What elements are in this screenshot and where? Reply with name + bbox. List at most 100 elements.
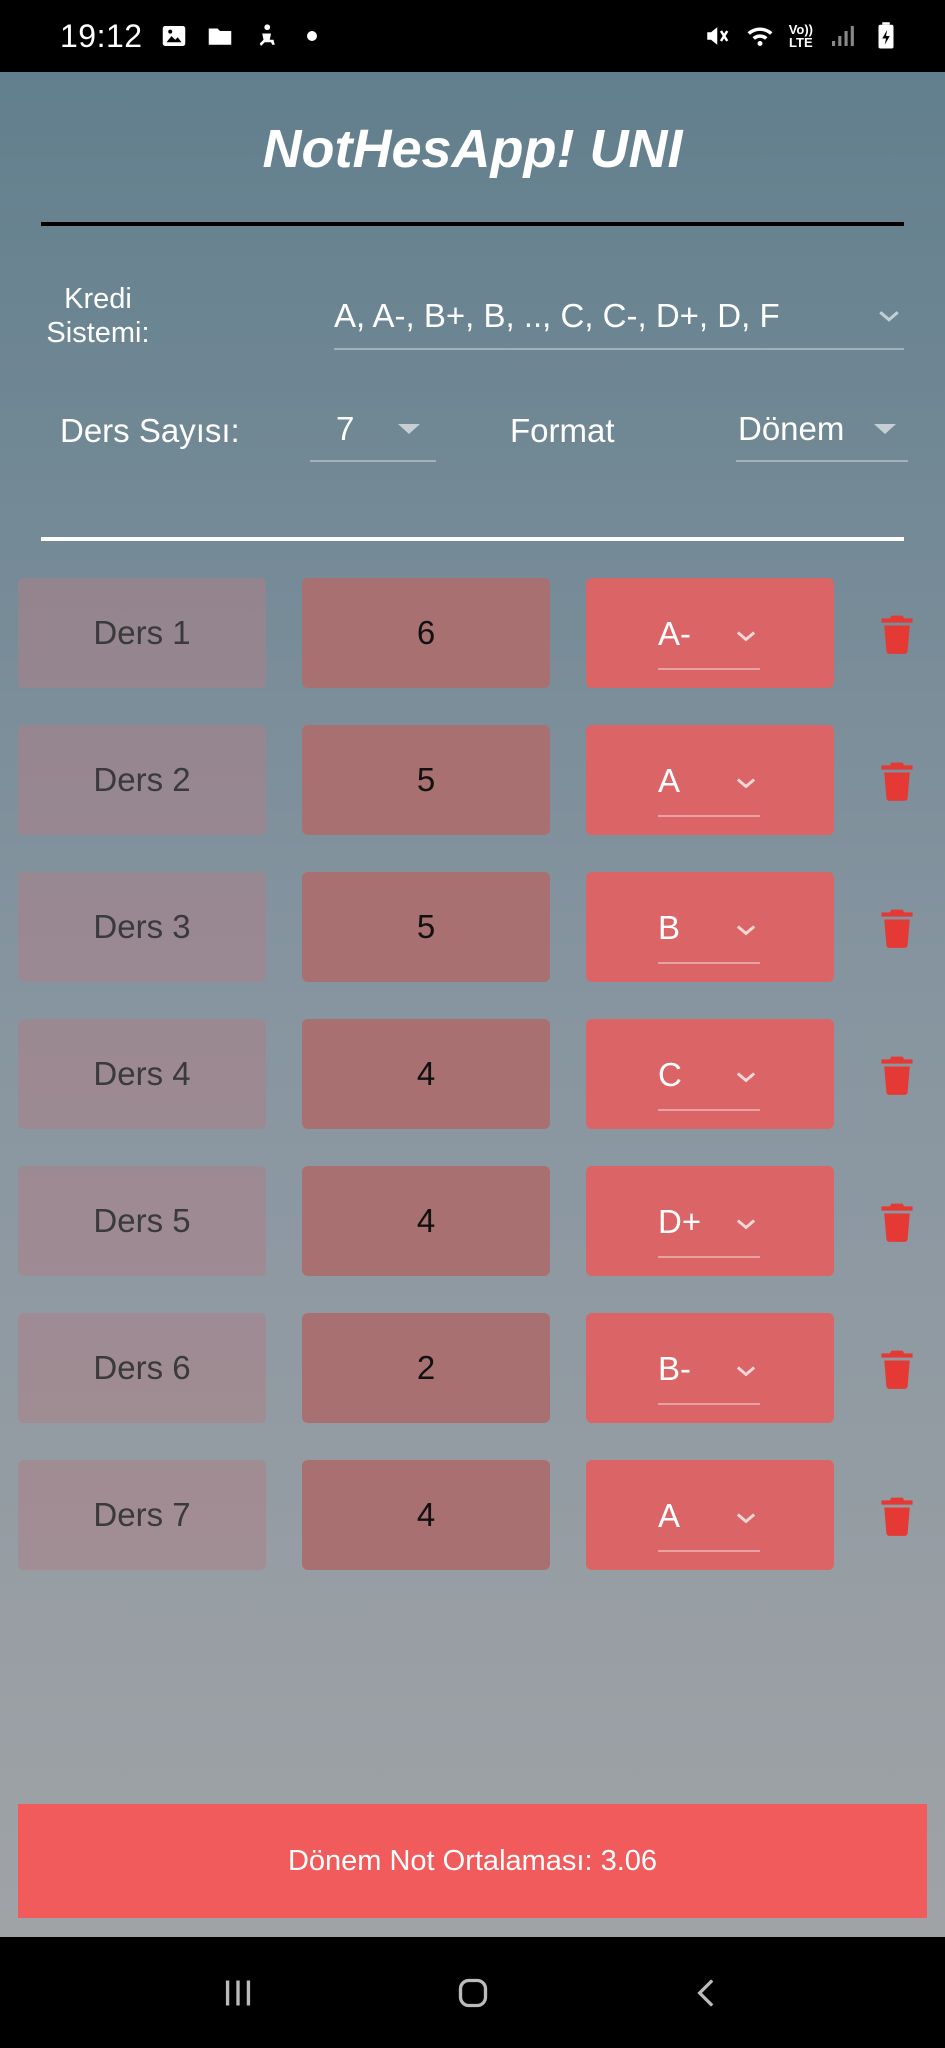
recent-apps-icon: [225, 1980, 250, 2005]
course-grade-dropdown[interactable]: D+: [658, 1188, 760, 1258]
course-credit-text: 4: [416, 1496, 436, 1533]
back-icon: [696, 1978, 713, 2007]
course-name-field[interactable]: Ders 2: [18, 725, 266, 835]
delete-course-button[interactable]: [880, 908, 914, 948]
course-credit-field[interactable]: 5: [302, 725, 550, 835]
kredi-sistemi-dropdown[interactable]: A, A-, B+, B, .., C, C-, D+, D, F: [334, 284, 904, 350]
battery-icon: [871, 21, 901, 51]
trash-icon: [881, 1350, 913, 1389]
course-grade-box: B: [586, 872, 834, 982]
chevron-down-icon: [732, 1355, 760, 1383]
home-icon: [458, 1978, 487, 2007]
app-body: NotHesApp! UNI Kredi Sistemi: A, A-, B+,…: [0, 72, 945, 1937]
course-grade-dropdown[interactable]: B: [658, 894, 760, 964]
delete-course-button[interactable]: [880, 614, 914, 654]
volte-icon: Vo)) LTE: [789, 23, 813, 49]
course-credit-field[interactable]: 6: [302, 578, 550, 688]
course-grade-dropdown[interactable]: B-: [658, 1335, 760, 1405]
app-title: NotHesApp! UNI: [262, 119, 683, 179]
course-row: Ders 7 4 A: [0, 1460, 945, 1570]
navigation-bar: [0, 1937, 945, 2048]
average-bar: Dönem Not Ortalaması: 3.06: [18, 1804, 927, 1918]
course-grade-box: A-: [586, 578, 834, 688]
delete-course-button[interactable]: [880, 1349, 914, 1389]
course-grade-text: A: [658, 762, 681, 799]
course-name-text: Ders 5: [93, 1202, 191, 1239]
course-grade-text: A: [658, 1497, 681, 1534]
ders-sayisi-dropdown[interactable]: 7: [310, 398, 436, 462]
course-grade-text: C: [658, 1056, 682, 1093]
middle-divider: [41, 537, 904, 541]
course-grade-dropdown[interactable]: A: [658, 1482, 760, 1552]
course-credit-text: 4: [416, 1202, 436, 1239]
course-row: Ders 3 5 B: [0, 872, 945, 982]
chevron-down-icon: [732, 1208, 760, 1236]
course-name-field[interactable]: Ders 5: [18, 1166, 266, 1276]
course-grade-box: B-: [586, 1313, 834, 1423]
dropdown-arrow-icon: [398, 424, 420, 434]
dropdown-arrow-icon: [874, 424, 896, 434]
course-grade-dropdown[interactable]: C: [658, 1041, 760, 1111]
dot-icon: [297, 21, 327, 51]
home-button[interactable]: [443, 1963, 503, 2023]
course-name-text: Ders 3: [93, 908, 191, 945]
delete-course-button[interactable]: [880, 1496, 914, 1536]
status-time: 19:12: [60, 17, 143, 54]
top-divider: [41, 222, 904, 226]
course-grade-text: A-: [658, 615, 691, 652]
course-name-field[interactable]: Ders 6: [18, 1313, 266, 1423]
course-name-text: Ders 2: [93, 761, 191, 798]
average-text: Dönem Not Ortalaması: 3.06: [287, 1844, 658, 1877]
ders-sayisi-value: 7: [336, 410, 355, 447]
delete-course-button[interactable]: [880, 1055, 914, 1095]
course-grade-dropdown[interactable]: A: [658, 747, 760, 817]
course-credit-field[interactable]: 2: [302, 1313, 550, 1423]
course-grade-box: A: [586, 1460, 834, 1570]
course-name-field[interactable]: Ders 4: [18, 1019, 266, 1129]
ders-sayisi-label: Ders Sayısı:: [60, 412, 240, 449]
recent-apps-button[interactable]: [208, 1963, 268, 2023]
course-name-text: Ders 7: [93, 1496, 191, 1533]
course-grade-text: D+: [658, 1203, 702, 1240]
status-bar: 19:12 Vo)) LTE: [0, 0, 945, 72]
status-left: 19:12: [60, 18, 327, 55]
course-grade-dropdown[interactable]: A-: [658, 600, 760, 670]
trash-icon: [881, 762, 913, 801]
chevron-down-icon: [874, 301, 904, 331]
delete-course-button[interactable]: [880, 1202, 914, 1242]
course-credit-text: 5: [416, 908, 436, 945]
course-row: Ders 2 5 A: [0, 725, 945, 835]
course-grade-box: A: [586, 725, 834, 835]
course-row: Ders 4 4 C: [0, 1019, 945, 1129]
course-name-field[interactable]: Ders 3: [18, 872, 266, 982]
format-dropdown[interactable]: Dönem: [736, 398, 908, 462]
course-row: Ders 5 4 D+: [0, 1166, 945, 1276]
mute-icon: [701, 21, 731, 51]
chevron-down-icon: [732, 1061, 760, 1089]
course-credit-field[interactable]: 4: [302, 1460, 550, 1570]
back-button[interactable]: [678, 1963, 738, 2023]
course-grade-text: B-: [658, 1350, 691, 1387]
course-credit-field[interactable]: 4: [302, 1019, 550, 1129]
course-name-text: Ders 4: [93, 1055, 191, 1092]
chevron-down-icon: [732, 767, 760, 795]
course-row: Ders 1 6 A-: [0, 578, 945, 688]
course-credit-field[interactable]: 4: [302, 1166, 550, 1276]
course-name-field[interactable]: Ders 7: [18, 1460, 266, 1570]
wifi-icon: [745, 21, 775, 51]
format-label: Format: [510, 412, 615, 449]
kredi-sistemi-label: Kredi Sistemi:: [46, 283, 150, 349]
volte-bottom-text: LTE: [789, 35, 813, 50]
course-credit-field[interactable]: 5: [302, 872, 550, 982]
course-row: Ders 6 2 B-: [0, 1313, 945, 1423]
image-icon: [159, 21, 189, 51]
signal-icon: [827, 21, 857, 51]
chevron-down-icon: [732, 620, 760, 648]
folder-icon: [205, 21, 235, 51]
course-name-field[interactable]: Ders 1: [18, 578, 266, 688]
course-grade-text: B: [658, 909, 681, 946]
course-credit-text: 6: [416, 614, 436, 651]
delete-course-button[interactable]: [880, 761, 914, 801]
course-credit-text: 4: [416, 1055, 436, 1092]
chevron-down-icon: [732, 914, 760, 942]
